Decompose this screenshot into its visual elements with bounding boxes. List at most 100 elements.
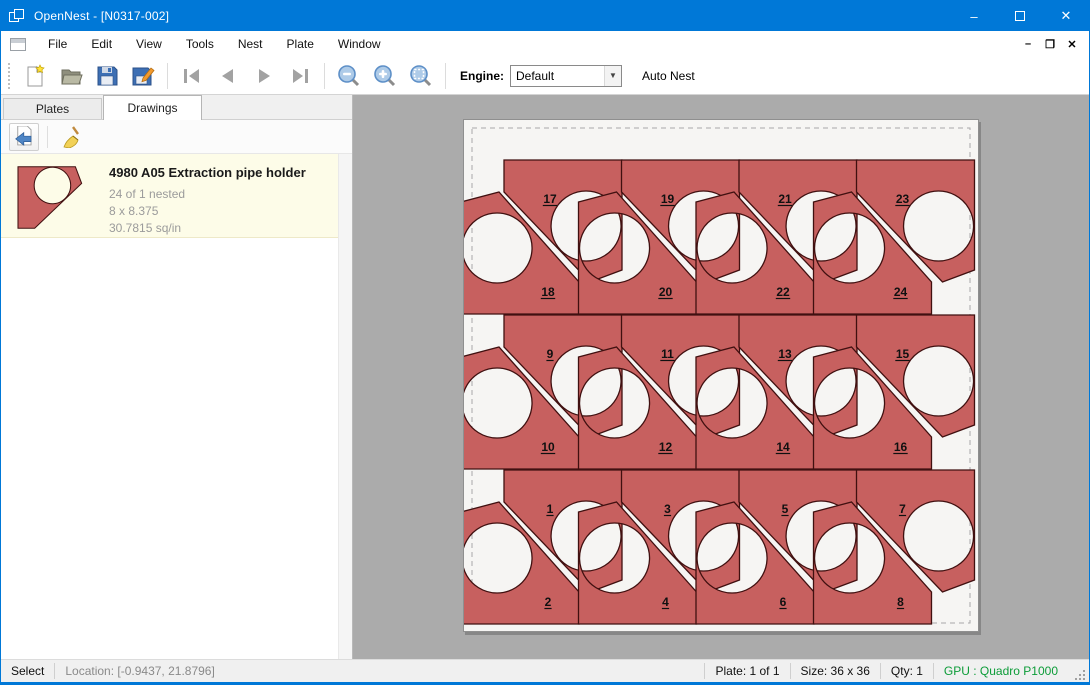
open-folder-icon (59, 64, 83, 88)
go-last-icon (288, 64, 312, 88)
nested-part[interactable] (814, 347, 932, 469)
go-first-icon (180, 64, 204, 88)
list-scrollbar[interactable] (338, 154, 352, 659)
save-as-icon (131, 64, 155, 88)
arrow-left-icon (216, 64, 240, 88)
part-number: 3 (664, 502, 671, 516)
mdi-restore-button[interactable]: ❐ (1039, 38, 1061, 51)
part-number: 12 (659, 440, 673, 454)
drawing-nested-count: 24 of 1 nested (109, 186, 306, 203)
status-location: Location: [-0.9437, 21.8796] (55, 664, 224, 678)
main-toolbar: Engine: Default ▼ Auto Nest (1, 57, 1089, 95)
engine-label: Engine: (460, 69, 504, 83)
nested-part[interactable] (696, 502, 814, 624)
menu-item-plate[interactable]: Plate (275, 32, 326, 56)
drawing-size: 8 x 8.375 (109, 203, 306, 220)
tab-drawings[interactable]: Drawings (103, 95, 202, 120)
zoom-out-button[interactable] (331, 60, 367, 92)
nested-part[interactable] (696, 347, 814, 469)
mdi-minimize-button[interactable]: – (1017, 38, 1039, 50)
zoom-fit-icon (409, 64, 433, 88)
last-plate-button[interactable] (282, 60, 318, 92)
tab-plates[interactable]: Plates (3, 98, 102, 119)
zoom-in-icon (373, 64, 397, 88)
menu-item-window[interactable]: Window (326, 32, 393, 56)
broom-icon (60, 126, 82, 148)
save-as-button[interactable] (125, 60, 161, 92)
mdi-close-button[interactable]: ✕ (1061, 38, 1083, 51)
nested-part[interactable] (814, 192, 932, 314)
nested-part[interactable] (579, 502, 697, 624)
part-number: 22 (776, 285, 790, 299)
zoom-in-button[interactable] (367, 60, 403, 92)
minimize-button[interactable]: – (951, 1, 997, 31)
part-number: 17 (543, 192, 557, 206)
previous-plate-button[interactable] (210, 60, 246, 92)
import-arrow-icon (13, 126, 35, 148)
part-number: 6 (780, 595, 787, 609)
part-number: 10 (541, 440, 555, 454)
save-button[interactable] (89, 60, 125, 92)
part-number: 1 (547, 502, 554, 516)
status-size: Size: 36 x 36 (791, 664, 880, 678)
part-number: 8 (897, 595, 904, 609)
mdi-document-icon[interactable] (10, 38, 26, 51)
part-number: 16 (894, 440, 908, 454)
side-panel: Plates Drawings (1, 95, 353, 659)
app-icon (9, 9, 25, 23)
toolbar-grip[interactable] (6, 63, 11, 89)
part-number: 24 (894, 285, 908, 299)
close-button[interactable]: ✕ (1043, 1, 1089, 31)
nested-part[interactable] (579, 192, 697, 314)
plate[interactable]: 171819202122232491011121314151612345678 (463, 119, 979, 632)
part-number: 11 (661, 347, 674, 361)
nest-canvas[interactable]: 171819202122232491011121314151612345678 (353, 95, 1089, 659)
new-file-icon (23, 64, 47, 88)
nested-part[interactable] (696, 192, 814, 314)
status-gpu: GPU : Quadro P1000 (934, 664, 1068, 678)
maximize-icon (1015, 11, 1025, 21)
engine-value: Default (511, 69, 604, 83)
engine-select[interactable]: Default ▼ (510, 65, 622, 87)
drawing-title: 4980 A05 Extraction pipe holder (109, 165, 306, 180)
nested-parts-layout: 171819202122232491011121314151612345678 (464, 120, 978, 631)
drawings-toolbar (1, 120, 352, 154)
clear-drawings-button[interactable] (56, 123, 86, 151)
part-number: 23 (896, 192, 910, 206)
chevron-down-icon[interactable]: ▼ (604, 66, 621, 86)
part-number: 14 (776, 440, 790, 454)
title-bar: OpenNest - [N0317-002] – ✕ (1, 1, 1089, 31)
menu-item-tools[interactable]: Tools (174, 32, 226, 56)
new-button[interactable] (17, 60, 53, 92)
status-qty: Qty: 1 (881, 664, 933, 678)
auto-nest-button[interactable]: Auto Nest (634, 65, 703, 87)
status-bar: Select Location: [-0.9437, 21.8796] Plat… (1, 659, 1089, 684)
first-plate-button[interactable] (174, 60, 210, 92)
part-thumbnail (15, 164, 87, 230)
next-plate-button[interactable] (246, 60, 282, 92)
part-number: 18 (541, 285, 555, 299)
resize-grip[interactable] (1072, 667, 1086, 681)
part-number: 9 (547, 347, 554, 361)
zoom-fit-button[interactable] (403, 60, 439, 92)
window-title: OpenNest - [N0317-002] (34, 9, 169, 23)
drawing-area: 30.7815 sq/in (109, 220, 306, 237)
import-drawing-button[interactable] (9, 123, 39, 151)
menu-item-edit[interactable]: Edit (79, 32, 124, 56)
status-mode: Select (1, 664, 54, 678)
arrow-right-icon (252, 64, 276, 88)
maximize-button[interactable] (997, 1, 1043, 31)
open-button[interactable] (53, 60, 89, 92)
part-number: 2 (545, 595, 552, 609)
menu-item-file[interactable]: File (36, 32, 79, 56)
part-number: 20 (659, 285, 673, 299)
nested-part[interactable] (579, 347, 697, 469)
part-number: 5 (782, 502, 789, 516)
nested-part[interactable] (814, 502, 932, 624)
part-number: 4 (662, 595, 669, 609)
tab-strip: Plates Drawings (1, 95, 352, 120)
menu-item-view[interactable]: View (124, 32, 174, 56)
menu-item-nest[interactable]: Nest (226, 32, 275, 56)
drawing-list-item[interactable]: 4980 A05 Extraction pipe holder 24 of 1 … (1, 154, 352, 238)
part-number: 15 (896, 347, 910, 361)
